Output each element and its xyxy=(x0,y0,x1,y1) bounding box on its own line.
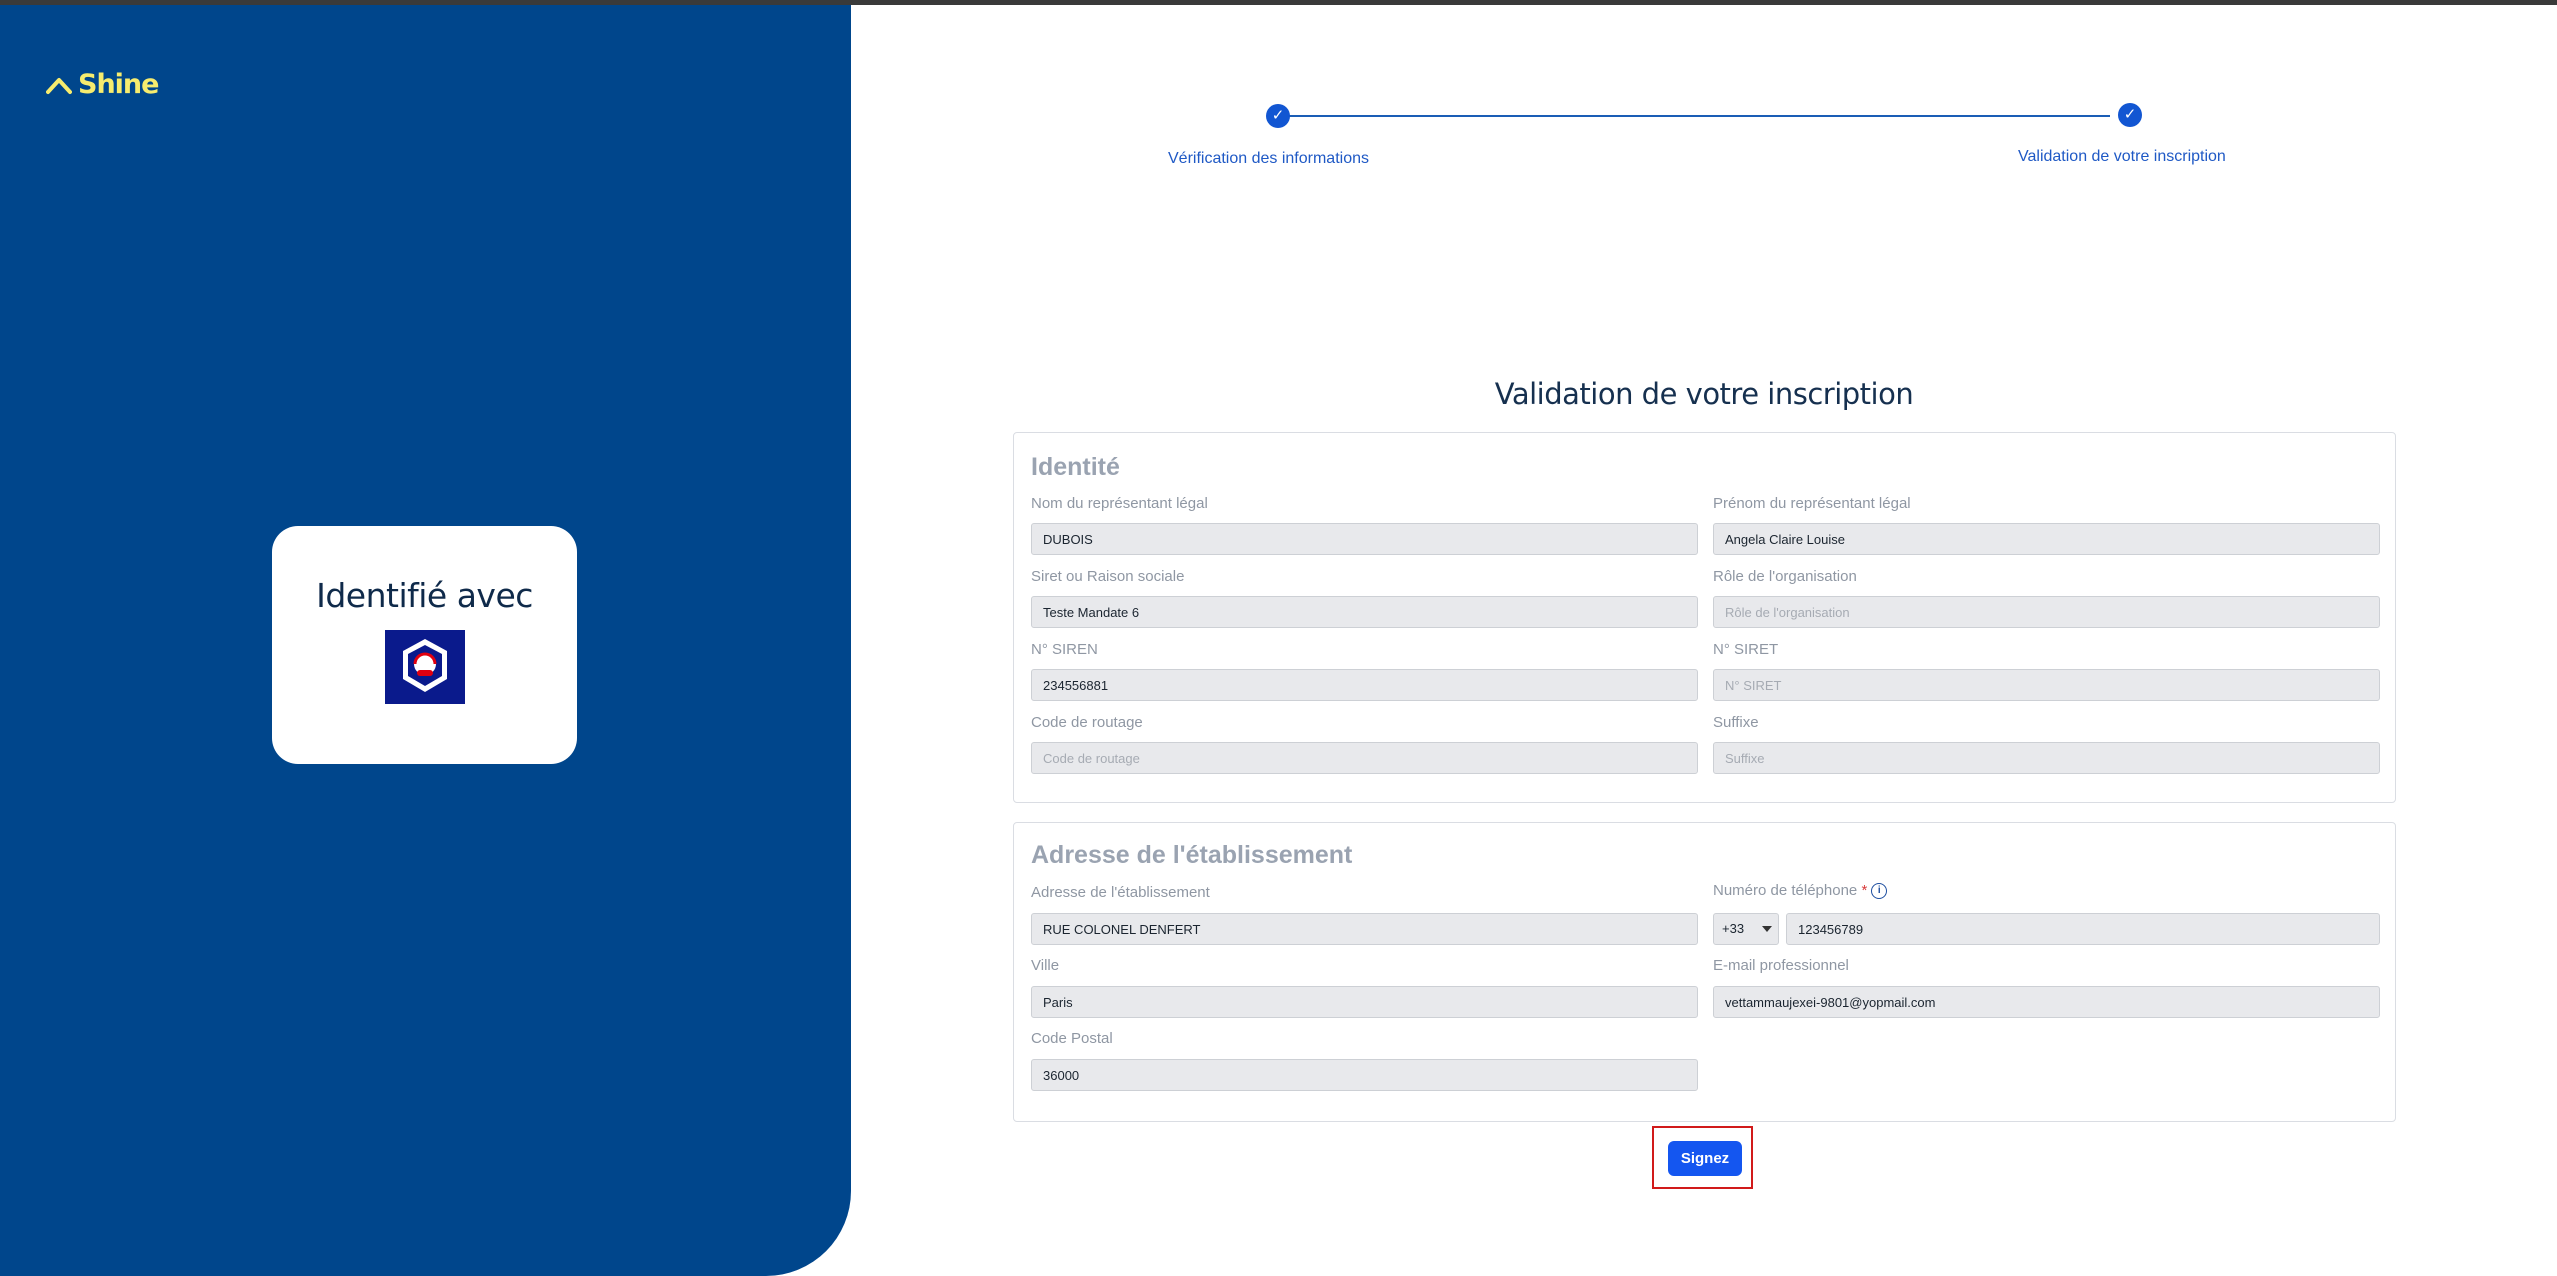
shine-logo: Shine xyxy=(46,69,159,100)
suffixe-input[interactable] xyxy=(1713,742,2380,774)
left-brand-panel: Shine Identifié avec xyxy=(0,5,851,1276)
shine-logo-icon xyxy=(46,77,72,94)
role-input[interactable] xyxy=(1713,596,2380,628)
identity-section-title: Identité xyxy=(1031,453,1120,481)
sign-button[interactable]: Signez xyxy=(1668,1141,1742,1176)
page-title: Validation de votre inscription xyxy=(1494,377,1914,411)
prenom-input[interactable] xyxy=(1713,523,2380,555)
step-2-check-icon: ✓ xyxy=(2118,103,2142,127)
siret-label: N° SIRET xyxy=(1713,641,1779,658)
franceconnect-logo-icon xyxy=(385,630,465,704)
progress-stepper: ✓ Vérification des informations ✓ Valida… xyxy=(1100,100,2300,180)
step-2-label: Validation de votre inscription xyxy=(2018,148,2226,165)
identity-section: Identité Nom du représentant légal Préno… xyxy=(1013,432,2396,803)
ville-input[interactable] xyxy=(1031,986,1698,1018)
suffixe-label: Suffixe xyxy=(1713,714,1759,731)
adresse-label: Adresse de l'établissement xyxy=(1031,884,1210,901)
role-label: Rôle de l'organisation xyxy=(1713,568,1857,585)
info-icon[interactable]: i xyxy=(1871,883,1888,899)
code-routage-input[interactable] xyxy=(1031,742,1698,774)
telephone-label-text: Numéro de téléphone xyxy=(1713,882,1858,899)
nom-label: Nom du représentant légal xyxy=(1031,495,1208,512)
chevron-down-icon xyxy=(1762,926,1772,932)
siren-input[interactable] xyxy=(1031,669,1698,701)
address-section: Adresse de l'établissement Adresse de l'… xyxy=(1013,822,2396,1122)
step-1-label: Vérification des informations xyxy=(1168,150,1369,167)
siren-label: N° SIREN xyxy=(1031,641,1098,658)
country-code-select[interactable]: +33 xyxy=(1713,913,1779,945)
telephone-label: Numéro de téléphone * i xyxy=(1713,882,1888,899)
siret-input[interactable] xyxy=(1713,669,2380,701)
telephone-input[interactable] xyxy=(1786,913,2380,945)
code-postal-label: Code Postal xyxy=(1031,1030,1113,1047)
siret-raison-input[interactable] xyxy=(1031,596,1698,628)
siret-raison-label: Siret ou Raison sociale xyxy=(1031,568,1185,585)
country-code-value: +33 xyxy=(1722,921,1745,936)
identity-provider-title: Identifié avec xyxy=(316,576,533,615)
identity-provider-card: Identifié avec xyxy=(272,526,577,764)
email-input[interactable] xyxy=(1713,986,2380,1018)
code-routage-label: Code de routage xyxy=(1031,714,1143,731)
code-postal-input[interactable] xyxy=(1031,1059,1698,1091)
required-mark: * xyxy=(1861,882,1868,899)
shine-logo-text: Shine xyxy=(78,69,159,100)
address-section-title: Adresse de l'établissement xyxy=(1031,841,1353,869)
nom-input[interactable] xyxy=(1031,523,1698,555)
stepper-line xyxy=(1278,115,2110,117)
adresse-input[interactable] xyxy=(1031,913,1698,945)
ville-label: Ville xyxy=(1031,957,1060,974)
email-label: E-mail professionnel xyxy=(1713,957,1849,974)
step-1-check-icon: ✓ xyxy=(1266,104,1290,128)
prenom-label: Prénom du représentant légal xyxy=(1713,495,1911,512)
